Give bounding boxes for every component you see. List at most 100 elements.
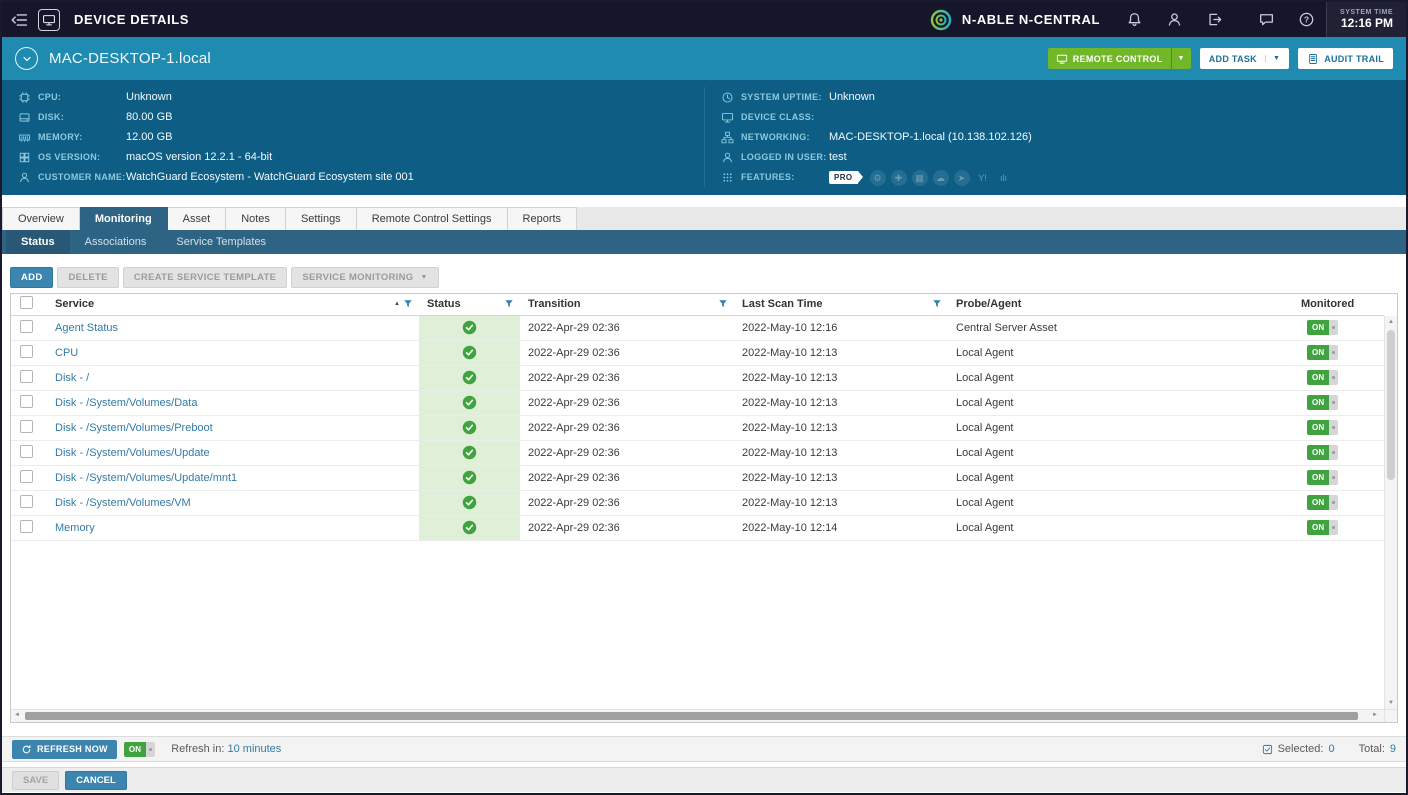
logout-button[interactable] [1194, 2, 1234, 37]
add-task-dropdown[interactable]: ▼ [1265, 55, 1280, 62]
row-checkbox[interactable] [20, 395, 33, 408]
chat-button[interactable] [1246, 2, 1286, 37]
tab-remote-control-settings[interactable]: Remote Control Settings [357, 207, 508, 230]
notifications-button[interactable] [1114, 2, 1154, 37]
service-link[interactable]: Disk - / [55, 372, 89, 384]
service-link[interactable]: Memory [55, 522, 95, 534]
last-scan-cell: 2022-May-10 12:16 [734, 315, 948, 340]
selected-label: Selected: [1278, 743, 1324, 755]
scroll-right-arrow[interactable]: ► [1372, 712, 1378, 718]
filter-last-scan-icon[interactable] [932, 299, 942, 309]
filter-service-icon[interactable] [403, 299, 413, 309]
subtab-service-templates[interactable]: Service Templates [161, 230, 281, 254]
monitored-toggle[interactable]: ON [1307, 470, 1338, 485]
info-value: MAC-DESKTOP-1.local (10.138.102.126) [829, 131, 1032, 143]
add-task-button[interactable]: ADD TASK ▼ [1200, 48, 1289, 69]
service-monitoring-button[interactable]: SERVICE MONITORING▼ [291, 267, 438, 288]
sort-asc-icon[interactable]: ▲ [394, 301, 400, 307]
service-link[interactable]: CPU [55, 347, 78, 359]
cancel-button[interactable]: CANCEL [65, 771, 127, 790]
help-button[interactable] [1286, 2, 1326, 37]
selected-count: 0 [1328, 743, 1334, 755]
col-transition[interactable]: Transition [528, 298, 581, 310]
vertical-scrollbar[interactable]: ▲ ▼ [1384, 316, 1397, 709]
row-checkbox[interactable] [20, 495, 33, 508]
create-service-template-button[interactable]: CREATE SERVICE TEMPLATE [123, 267, 288, 288]
table-row: Disk - /System/Volumes/Data 2022-Apr-29 … [11, 390, 1384, 415]
col-service[interactable]: Service [55, 298, 94, 310]
col-monitored[interactable]: Monitored [1301, 298, 1354, 310]
top-bar: DEVICE DETAILS N-ABLE N-CENTRAL SYSTEM T… [2, 2, 1406, 37]
monitored-toggle[interactable]: ON [1307, 445, 1338, 460]
subtab-associations[interactable]: Associations [70, 230, 162, 254]
tab-asset[interactable]: Asset [168, 207, 227, 230]
monitored-toggle-off [1329, 495, 1338, 510]
add-button[interactable]: ADD [10, 267, 53, 288]
service-link[interactable]: Disk - /System/Volumes/VM [55, 497, 191, 509]
refresh-icon [21, 744, 32, 755]
subtab-status[interactable]: Status [6, 230, 70, 254]
last-scan-cell: 2022-May-10 12:13 [734, 365, 948, 390]
row-checkbox[interactable] [20, 420, 33, 433]
monitored-toggle[interactable]: ON [1307, 345, 1338, 360]
horizontal-scroll-thumb[interactable] [25, 712, 1358, 720]
scroll-down-arrow[interactable]: ▼ [1385, 700, 1397, 706]
filter-transition-icon[interactable] [718, 299, 728, 309]
tab-settings[interactable]: Settings [286, 207, 357, 230]
security-manager-icon: ⚙ [870, 170, 886, 186]
status-cell [419, 340, 520, 365]
tab-overview[interactable]: Overview [2, 207, 80, 230]
scroll-left-arrow[interactable]: ◄ [14, 712, 20, 718]
customer-icon [18, 171, 31, 184]
monitored-toggle[interactable]: ON [1307, 395, 1338, 410]
probe-agent-cell: Local Agent [948, 515, 1293, 540]
service-link[interactable]: Disk - /System/Volumes/Preboot [55, 422, 213, 434]
monitored-toggle[interactable]: ON [1307, 520, 1338, 535]
row-checkbox[interactable] [20, 370, 33, 383]
col-last-scan-time[interactable]: Last Scan Time [742, 298, 823, 310]
monitored-toggle[interactable]: ON [1307, 320, 1338, 335]
row-checkbox[interactable] [20, 470, 33, 483]
refresh-in-text: Refresh in: 10 minutes [171, 743, 281, 755]
scroll-up-arrow[interactable]: ▲ [1385, 319, 1397, 325]
vertical-scroll-thumb[interactable] [1387, 330, 1395, 480]
service-link[interactable]: Disk - /System/Volumes/Update [55, 447, 210, 459]
service-toolbar: ADD DELETE CREATE SERVICE TEMPLATE SERVI… [2, 254, 1406, 293]
refresh-in-value[interactable]: 10 minutes [227, 743, 281, 755]
filter-status-icon[interactable] [504, 299, 514, 309]
delete-button[interactable]: DELETE [57, 267, 118, 288]
save-button[interactable]: SAVE [12, 771, 59, 790]
collapse-device-panel-button[interactable] [15, 47, 38, 70]
auto-refresh-toggle[interactable]: ON [124, 742, 155, 757]
status-cell [419, 315, 520, 340]
audit-trail-button[interactable]: AUDIT TRAIL [1298, 48, 1393, 69]
tab-notes[interactable]: Notes [226, 207, 286, 230]
row-checkbox[interactable] [20, 520, 33, 533]
tab-reports[interactable]: Reports [508, 207, 578, 230]
service-link[interactable]: Agent Status [55, 322, 118, 334]
remote-control-button[interactable]: REMOTE CONTROL ▼ [1048, 48, 1191, 69]
col-status[interactable]: Status [427, 298, 461, 310]
monitored-toggle-on: ON [1307, 320, 1329, 335]
refresh-now-button[interactable]: REFRESH NOW [12, 740, 117, 759]
row-checkbox[interactable] [20, 445, 33, 458]
row-checkbox[interactable] [20, 320, 33, 333]
monitored-toggle[interactable]: ON [1307, 495, 1338, 510]
row-checkbox[interactable] [20, 345, 33, 358]
collapse-menu-icon[interactable] [10, 11, 28, 29]
automation-icon: ➤ [954, 170, 970, 186]
monitored-toggle[interactable]: ON [1307, 370, 1338, 385]
tab-monitoring[interactable]: Monitoring [80, 207, 168, 230]
info-value: test [829, 151, 847, 163]
scrollbar-corner [1384, 709, 1397, 722]
monitored-toggle[interactable]: ON [1307, 420, 1338, 435]
col-probe-agent[interactable]: Probe/Agent [956, 298, 1021, 310]
remote-control-dropdown[interactable]: ▼ [1171, 48, 1191, 69]
service-link[interactable]: Disk - /System/Volumes/Data [55, 397, 197, 409]
select-all-checkbox[interactable] [20, 296, 33, 309]
service-link[interactable]: Disk - /System/Volumes/Update/mnt1 [55, 472, 237, 484]
horizontal-scrollbar[interactable]: ◄ ► [11, 709, 1384, 722]
user-menu-button[interactable] [1154, 2, 1194, 37]
probe-agent-cell: Central Server Asset [948, 315, 1293, 340]
auto-refresh-toggle-off [146, 742, 155, 757]
